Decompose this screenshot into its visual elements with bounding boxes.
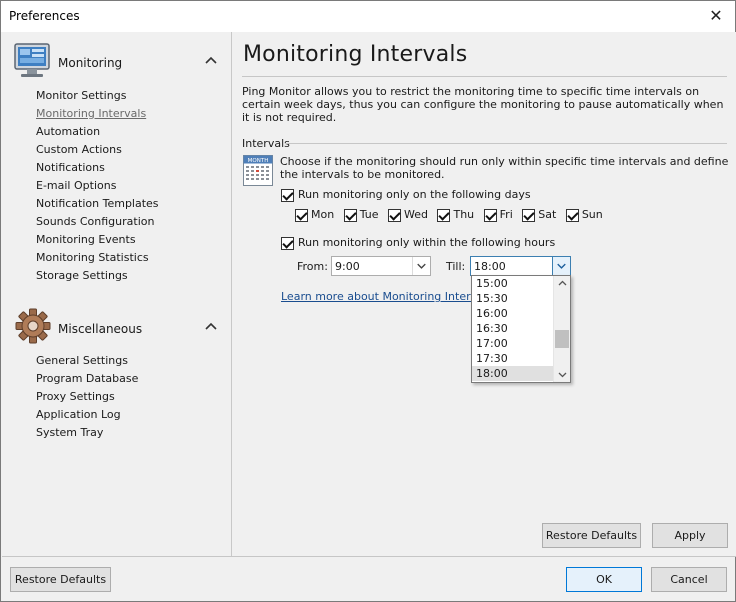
calendar-icon: MONTH	[243, 155, 273, 186]
page-description: Ping Monitor allows you to restrict the …	[242, 85, 724, 124]
sidebar-item-notification-templates[interactable]: Notification Templates	[36, 195, 226, 213]
hours-restriction-checkbox[interactable]: Run monitoring only within the following…	[281, 235, 555, 251]
cancel-button[interactable]: Cancel	[651, 567, 727, 592]
checkbox-checked-icon	[343, 208, 357, 222]
from-time-value: 9:00	[335, 260, 360, 273]
group-label-monitoring: Monitoring	[58, 56, 123, 70]
sidebar-item-monitor-settings[interactable]: Monitor Settings	[36, 87, 226, 105]
checkbox-checked-icon	[565, 208, 579, 222]
sidebar-item-monitoring-intervals[interactable]: Monitoring Intervals	[36, 105, 226, 123]
till-label: Till:	[446, 260, 466, 273]
from-time-select[interactable]: 9:00	[331, 256, 431, 276]
checkbox-checked-icon	[522, 208, 536, 222]
scroll-up-icon[interactable]	[554, 276, 571, 291]
day-label: Sat	[538, 208, 557, 221]
day-checkbox-mon[interactable]: Mon	[295, 207, 334, 223]
day-label: Fri	[499, 208, 513, 221]
from-label: From:	[297, 260, 328, 273]
till-time-select[interactable]: 18:00	[470, 256, 571, 276]
day-label: Wed	[404, 208, 428, 221]
till-time-dropdown: 15:00 15:30 16:00 16:30 17:00 17:30 18:0…	[471, 275, 571, 383]
scrollbar-thumb[interactable]	[555, 330, 569, 348]
dropdown-option[interactable]: 17:00	[472, 336, 553, 351]
till-time-value: 18:00	[474, 260, 506, 273]
day-label: Thu	[453, 208, 475, 221]
day-label: Tue	[359, 208, 379, 221]
dropdown-option[interactable]: 15:00	[472, 276, 553, 291]
main-panel: Monitoring Intervals Ping Monitor allows…	[233, 32, 736, 556]
sidebar-item-storage-settings[interactable]: Storage Settings	[36, 267, 226, 285]
checkbox-checked-icon	[281, 188, 294, 202]
sidebar-item-monitoring-events[interactable]: Monitoring Events	[36, 231, 226, 249]
preferences-window: Preferences ✕ Monitoring Monitor Setting…	[0, 0, 736, 602]
sidebar-item-proxy-settings[interactable]: Proxy Settings	[36, 388, 226, 406]
day-label: Mon	[311, 208, 335, 221]
dropdown-option[interactable]: 15:30	[472, 291, 553, 306]
weekday-checkboxes: Mon Tue Wed Thu Fri Sat Sun	[295, 207, 609, 223]
sidebar-item-program-database[interactable]: Program Database	[36, 370, 226, 388]
group-header-monitoring[interactable]: Monitoring	[12, 40, 222, 84]
chevron-up-icon[interactable]	[204, 54, 218, 68]
group-header-miscellaneous[interactable]: Miscellaneous	[12, 306, 222, 350]
checkbox-checked-icon	[295, 208, 308, 222]
chevron-down-icon	[552, 257, 570, 275]
dropdown-scrollbar[interactable]	[553, 276, 570, 382]
ok-button[interactable]: OK	[566, 567, 642, 592]
sidebar-item-application-log[interactable]: Application Log	[36, 406, 226, 424]
day-checkbox-tue[interactable]: Tue	[343, 207, 379, 223]
group-label-miscellaneous: Miscellaneous	[58, 322, 143, 336]
dropdown-option[interactable]: 16:00	[472, 306, 553, 321]
learn-more-link[interactable]: Learn more about Monitoring Interva	[281, 290, 484, 303]
sidebar-item-general-settings[interactable]: General Settings	[36, 352, 226, 370]
day-checkbox-fri[interactable]: Fri	[483, 207, 513, 223]
divider	[242, 76, 727, 77]
checkbox-checked-icon	[388, 208, 401, 222]
window-title: Preferences	[9, 9, 80, 23]
day-checkbox-sun[interactable]: Sun	[565, 207, 603, 223]
scroll-down-icon[interactable]	[554, 367, 571, 382]
day-checkbox-wed[interactable]: Wed	[388, 207, 428, 223]
restore-defaults-page-button[interactable]: Restore Defaults	[542, 523, 641, 548]
restore-defaults-button[interactable]: Restore Defaults	[10, 567, 111, 592]
sidebar-item-system-tray[interactable]: System Tray	[36, 424, 226, 442]
sidebar-item-sounds-configuration[interactable]: Sounds Configuration	[36, 213, 226, 231]
close-icon[interactable]: ✕	[703, 4, 729, 28]
page-title: Monitoring Intervals	[243, 42, 468, 67]
day-checkbox-sat[interactable]: Sat	[522, 207, 556, 223]
dropdown-option[interactable]: 16:30	[472, 321, 553, 336]
title-bar: Preferences ✕	[1, 1, 735, 32]
apply-button[interactable]: Apply	[652, 523, 728, 548]
monitor-icon	[14, 43, 50, 77]
sidebar-item-notifications[interactable]: Notifications	[36, 159, 226, 177]
gear-icon	[15, 308, 51, 344]
sidebar-item-automation[interactable]: Automation	[36, 123, 226, 141]
nav-list-monitoring: Monitor Settings Monitoring Intervals Au…	[36, 87, 226, 285]
chevron-down-icon	[412, 257, 426, 275]
checkbox-checked-icon	[281, 236, 294, 250]
checkbox-checked-icon	[437, 208, 451, 222]
days-restriction-label: Run monitoring only on the following day…	[298, 188, 531, 201]
calendar-icon-label: MONTH	[248, 158, 269, 164]
sidebar-item-email-options[interactable]: E-mail Options	[36, 177, 226, 195]
divider	[285, 143, 727, 144]
sidebar-item-monitoring-statistics[interactable]: Monitoring Statistics	[36, 249, 226, 267]
divider	[2, 556, 736, 557]
intervals-intro-text: Choose if the monitoring should run only…	[280, 155, 729, 181]
day-label: Sun	[581, 208, 603, 221]
chevron-up-icon[interactable]	[204, 320, 218, 334]
checkbox-checked-icon	[483, 208, 497, 222]
section-label-intervals: Intervals	[242, 137, 290, 150]
nav-list-miscellaneous: General Settings Program Database Proxy …	[36, 352, 226, 442]
dropdown-option-selected[interactable]: 18:00	[472, 366, 553, 381]
dropdown-option[interactable]: 17:30	[472, 351, 553, 366]
sidebar-item-custom-actions[interactable]: Custom Actions	[36, 141, 226, 159]
hours-restriction-label: Run monitoring only within the following…	[298, 236, 556, 249]
days-restriction-checkbox[interactable]: Run monitoring only on the following day…	[281, 187, 531, 203]
day-checkbox-thu[interactable]: Thu	[437, 207, 474, 223]
sidebar: Monitoring Monitor Settings Monitoring I…	[2, 32, 232, 556]
